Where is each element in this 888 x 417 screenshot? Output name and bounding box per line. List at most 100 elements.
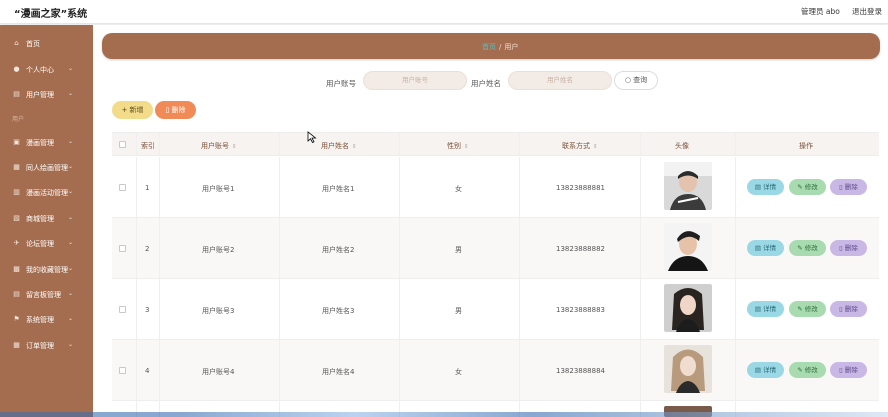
- message-icon: ▤: [13, 290, 20, 298]
- delete-button[interactable]: ▯ 删除: [830, 362, 867, 378]
- cell-name: 用户姓名2: [322, 246, 355, 254]
- header-gender[interactable]: 性别 ⇕: [447, 141, 469, 151]
- details-icon: ▤: [754, 183, 764, 191]
- chevron-down-icon: ⌄: [68, 341, 74, 348]
- sort-icon: ⇕: [352, 144, 357, 150]
- cell-phone: 13823888882: [556, 245, 605, 253]
- search-button[interactable]: ○ 查询: [614, 71, 658, 90]
- name-search-input[interactable]: 用户姓名: [508, 71, 612, 90]
- sidebar-item-label: 论坛管理: [26, 240, 54, 248]
- row-checkbox[interactable]: [119, 367, 126, 374]
- edit-button[interactable]: ✎ 修改: [789, 301, 826, 317]
- header-account[interactable]: 用户账号 ⇕: [201, 141, 237, 151]
- add-button[interactable]: + 新增: [112, 101, 153, 119]
- view-details-button[interactable]: ▤ 详情: [747, 301, 784, 317]
- details-icon: ▤: [754, 305, 764, 313]
- avatar: [664, 345, 712, 393]
- cell-name: 用户姓名3: [322, 307, 355, 315]
- header-index: 索引: [141, 142, 155, 150]
- edit-icon: ✎: [797, 305, 805, 313]
- cell-account: 用户账号1: [202, 185, 235, 193]
- sidebar-item-shop[interactable]: ▧ 商城管理 ⌄: [0, 209, 93, 229]
- cell-account: 用户账号3: [202, 307, 235, 315]
- top-bar: “漫画之家”系统 管理员 abo 退出登录: [0, 0, 888, 24]
- header-phone[interactable]: 联系方式 ⇕: [562, 141, 598, 151]
- sidebar-item-label: 个人中心: [26, 66, 54, 74]
- table-header: 索引 用户账号 ⇕ 用户姓名 ⇕ 性别 ⇕ 联系方式 ⇕ 头像 操作: [112, 132, 879, 156]
- header-name[interactable]: 用户姓名 ⇕: [321, 141, 357, 151]
- breadcrumb-bar: 首页 / 用户: [102, 33, 880, 59]
- paint-icon: ▦: [13, 163, 20, 171]
- chevron-down-icon: ⌄: [68, 90, 74, 97]
- sidebar-item-orders[interactable]: ▦ 订单管理 ⌄: [0, 336, 93, 356]
- cell-phone: 13823888881: [556, 184, 605, 192]
- breadcrumb-current: 用户: [504, 43, 519, 51]
- sidebar-item-users[interactable]: ▤ 用户管理 ⌄: [0, 85, 93, 105]
- delete-button[interactable]: ▯ 删除: [830, 301, 867, 317]
- sidebar-item-activities[interactable]: ▥ 漫画活动管理 ⌄: [0, 183, 93, 203]
- cell-gender: 男: [455, 246, 462, 254]
- view-details-button[interactable]: ▤ 详情: [747, 240, 784, 256]
- cell-index: 2: [145, 245, 150, 253]
- sidebar-item-fanart[interactable]: ▦ 同人绘画管理 ⌄: [0, 158, 93, 178]
- view-details-button[interactable]: ▤ 详情: [747, 362, 784, 378]
- view-details-button[interactable]: ▤ 详情: [747, 179, 784, 195]
- sidebar-item-home[interactable]: ⌂ 首页: [0, 34, 93, 54]
- sidebar-item-label: 漫画管理: [26, 139, 54, 147]
- sidebar-item-label: 我的收藏管理: [26, 266, 68, 274]
- breadcrumb: 首页 / 用户: [482, 42, 518, 52]
- delete-button[interactable]: ▯ 删除: [830, 179, 867, 195]
- sidebar-subitem-users[interactable]: 用户: [12, 114, 24, 123]
- sidebar-item-comics[interactable]: ▣ 漫画管理 ⌄: [0, 133, 93, 153]
- header-operations: 操作: [799, 142, 813, 150]
- batch-delete-label: 删除: [171, 106, 186, 114]
- sidebar-item-label: 留言板管理: [26, 291, 61, 299]
- avatar: [664, 162, 712, 210]
- sidebar-item-label: 用户管理: [26, 91, 54, 99]
- edit-button[interactable]: ✎ 修改: [789, 362, 826, 378]
- details-icon: ▤: [754, 244, 764, 252]
- order-icon: ▦: [13, 341, 20, 349]
- cell-index: 1: [145, 184, 150, 192]
- select-all-checkbox[interactable]: [119, 141, 126, 148]
- chevron-down-icon: ⌄: [68, 163, 74, 170]
- shop-icon: ▧: [13, 214, 20, 222]
- sidebar-item-label: 漫画活动管理: [26, 189, 68, 197]
- sidebar-item-system[interactable]: ⚑ 系统管理 ⌄: [0, 310, 93, 330]
- sidebar-item-favorites[interactable]: ▩ 我的收藏管理 ⌄: [0, 260, 93, 280]
- forum-icon: ✈: [13, 239, 20, 247]
- row-checkbox[interactable]: [119, 245, 126, 252]
- chevron-down-icon: ⌄: [68, 290, 74, 297]
- cell-gender: 男: [455, 307, 462, 315]
- batch-delete-button[interactable]: ▯ 删除: [155, 101, 196, 119]
- account-search-input[interactable]: 用户账号: [363, 71, 467, 90]
- activity-icon: ▥: [13, 188, 20, 196]
- table-row: 4 用户账号4 用户姓名4 女 13823888884 ▤ 详情 ✎ 修改 ▯ …: [112, 340, 879, 401]
- account-filter-label: 用户账号: [326, 79, 356, 88]
- sidebar-item-forum[interactable]: ✈ 论坛管理 ⌄: [0, 234, 93, 254]
- table-row: 3 用户账号3 用户姓名3 男 13823888883 ▤ 详情 ✎ 修改 ▯ …: [112, 279, 879, 340]
- search-button-label: 查询: [633, 76, 648, 84]
- sidebar-item-label: 首页: [26, 40, 40, 48]
- table-row: 1 用户账号1 用户姓名1 女 13823888881 ▤ 详情 ✎ 修改 ▯ …: [112, 157, 879, 218]
- breadcrumb-home[interactable]: 首页: [482, 43, 496, 51]
- chevron-down-icon: ⌄: [68, 265, 74, 272]
- sort-icon: ⇕: [464, 144, 469, 150]
- sidebar-item-guestbook[interactable]: ▤ 留言板管理 ⌄: [0, 285, 93, 305]
- row-checkbox[interactable]: [119, 306, 126, 313]
- header-avatar: 头像: [675, 142, 689, 150]
- chevron-down-icon: ⌄: [68, 65, 74, 72]
- sidebar-item-profile[interactable]: ● 个人中心 ⌄: [0, 60, 93, 80]
- cell-account: 用户账号4: [202, 368, 235, 376]
- row-checkbox[interactable]: [119, 184, 126, 191]
- chevron-down-icon: ⌄: [68, 188, 74, 195]
- edit-button[interactable]: ✎ 修改: [789, 240, 826, 256]
- cell-name: 用户姓名1: [322, 185, 355, 193]
- chevron-down-icon: ⌄: [68, 214, 74, 221]
- cell-phone: 13823888884: [556, 367, 605, 375]
- edit-button[interactable]: ✎ 修改: [789, 179, 826, 195]
- current-user[interactable]: 管理员 abo: [801, 6, 840, 17]
- delete-button[interactable]: ▯ 删除: [830, 240, 867, 256]
- sidebar-item-label: 商城管理: [26, 215, 54, 223]
- logout-link[interactable]: 退出登录: [852, 6, 882, 17]
